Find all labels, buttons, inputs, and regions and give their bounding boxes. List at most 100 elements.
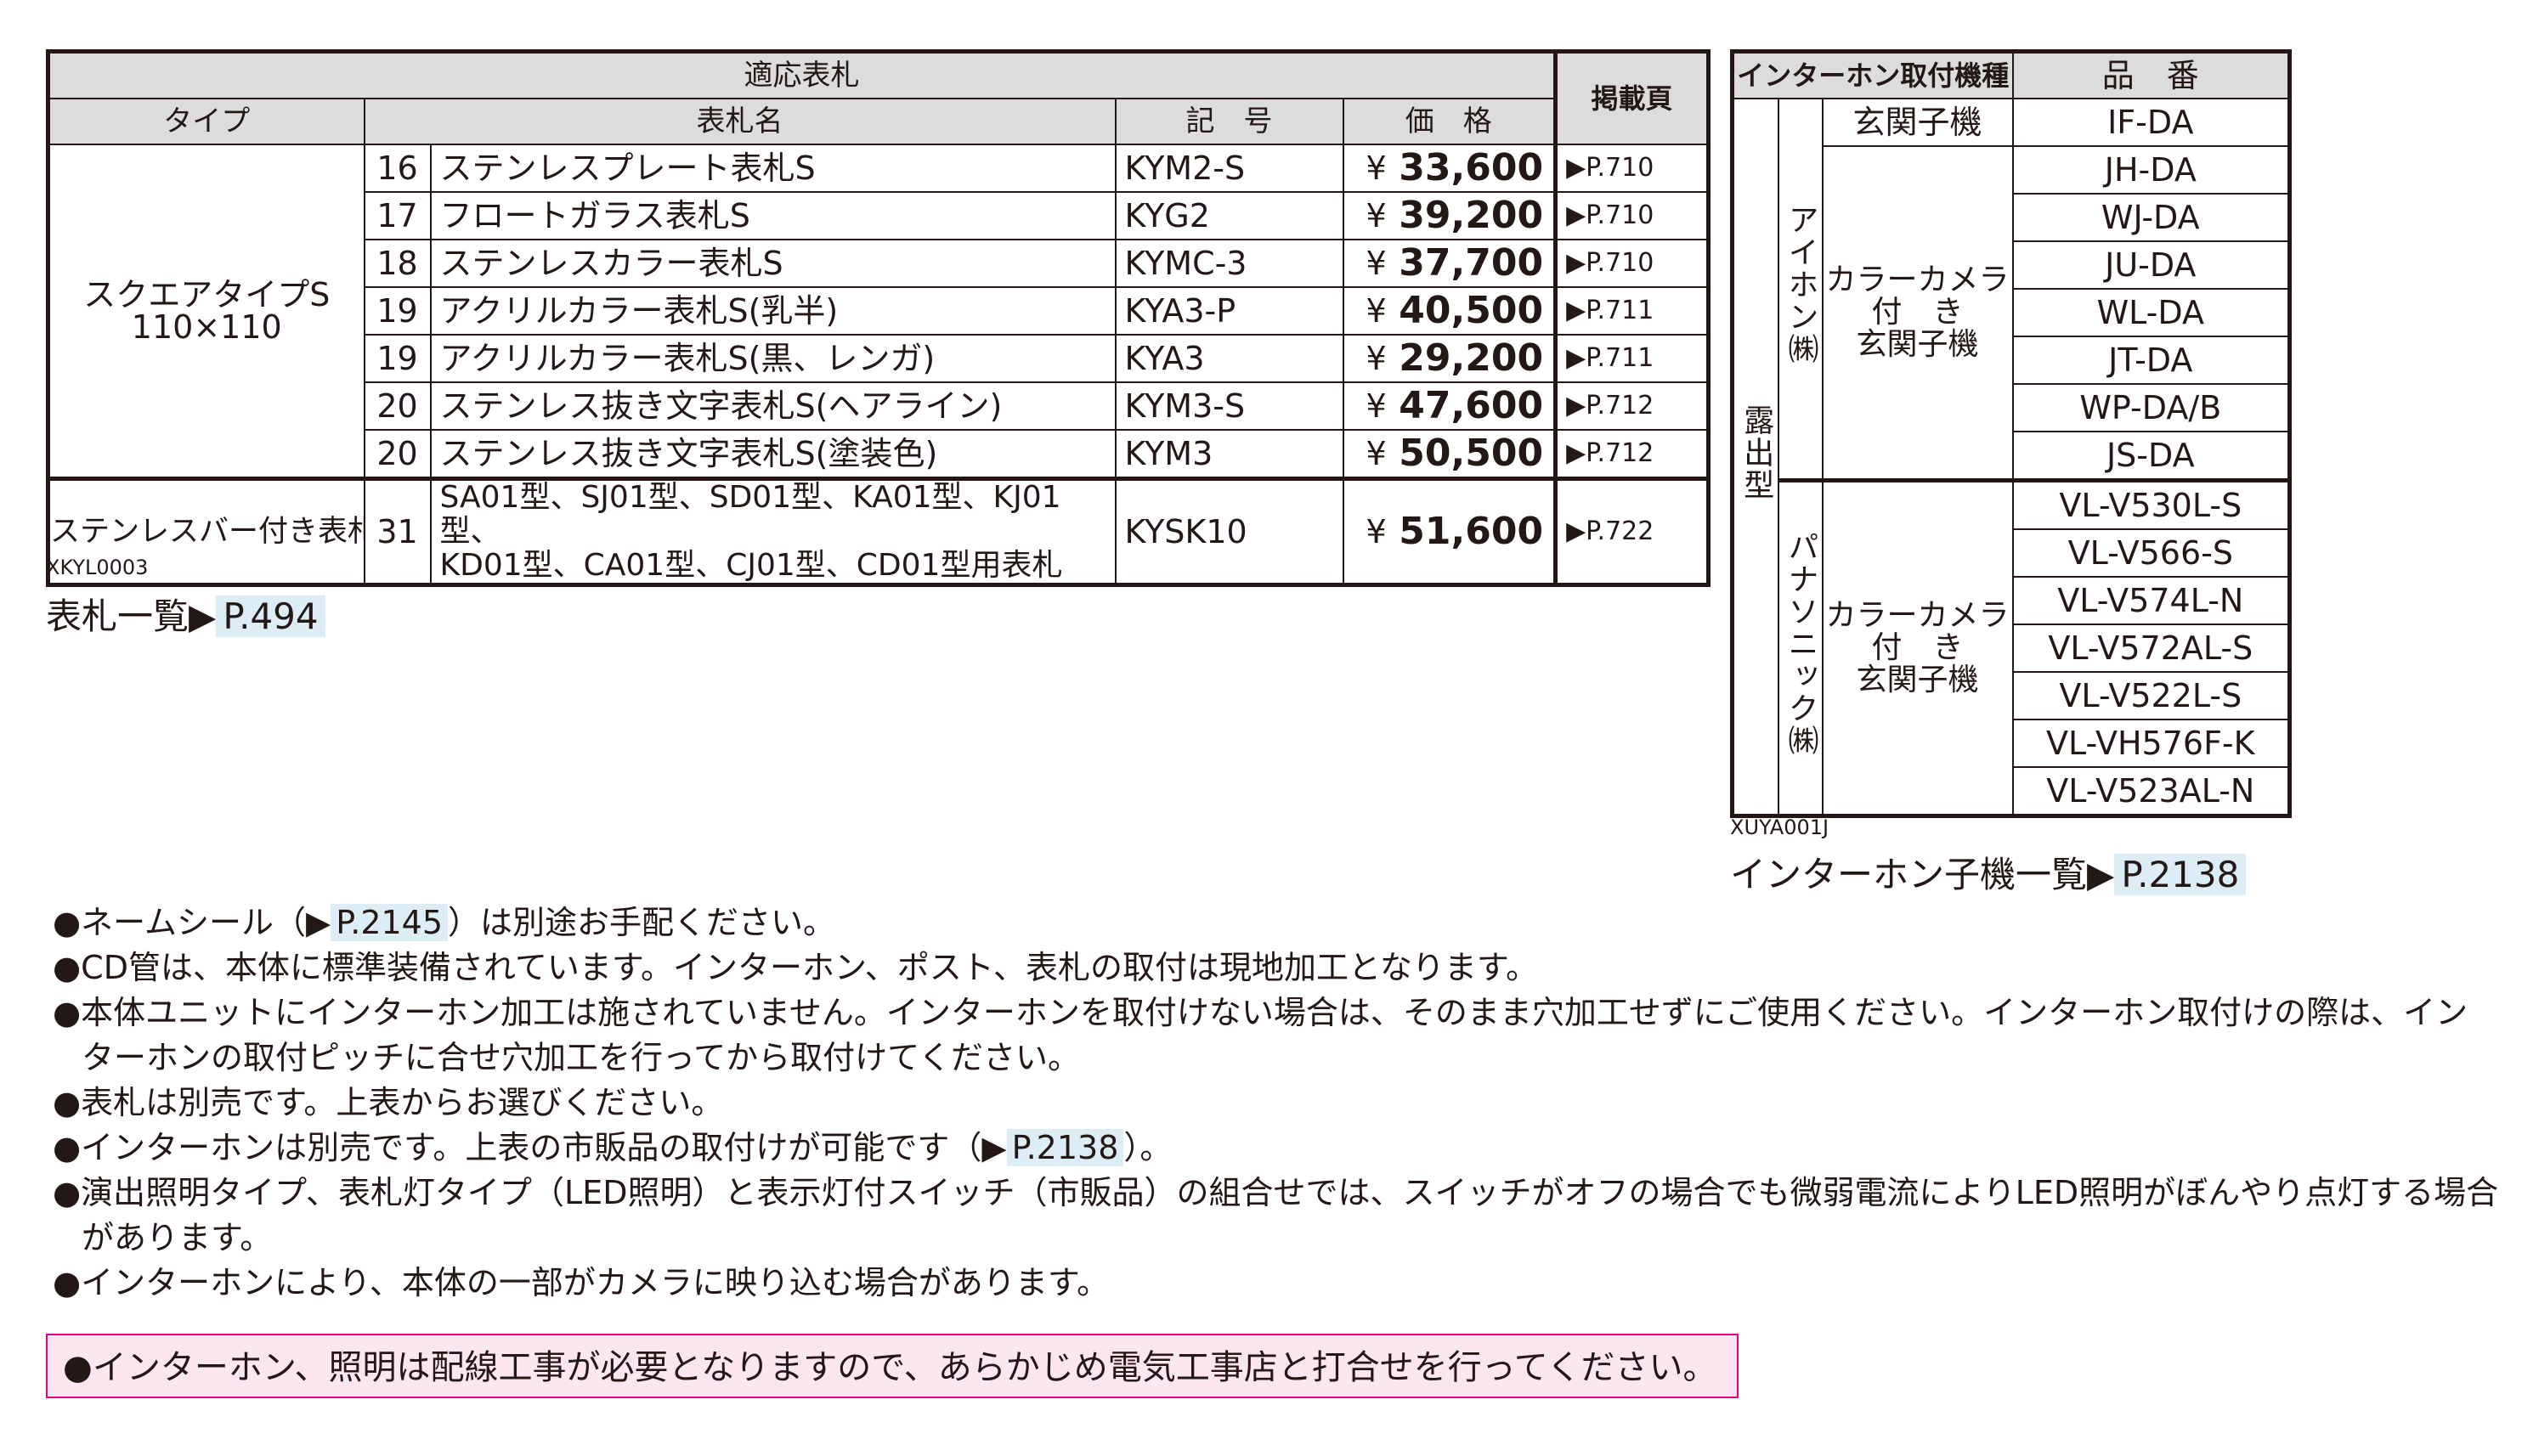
price-value: 47,600 — [1399, 384, 1544, 427]
plate-name-line1: SA01型、SJ01型、SD01型、KA01型、KJ01型、 — [439, 480, 1061, 549]
part-number: WP-DA/B — [2011, 383, 2291, 432]
camera-line3: 玄関子機 — [1856, 327, 1979, 362]
ref-page-link[interactable]: P.494 — [216, 595, 325, 637]
note-text: ●インターホンは別売です。上表の市販品の取付けが可能です（▶ — [53, 1129, 1007, 1166]
table-row: スクエアタイプS 110×110 16 ステンレスプレート表札S KYM2-S … — [47, 144, 1710, 480]
part-number: IF-DA — [2011, 98, 2291, 147]
type-square-size: 110×110 — [131, 308, 282, 346]
page-link[interactable]: ▶P.722 — [1553, 477, 1710, 586]
wiring-warning-box: ●インターホン、照明は配線工事が必要となりますので、あらかじめ電気工事店と打合せ… — [46, 1334, 1739, 1398]
note-page-link[interactable]: P.2138 — [1006, 1129, 1124, 1166]
plate-code: KYM2-S — [1114, 144, 1344, 193]
plate-code: KYA3-P — [1114, 286, 1344, 336]
nameplate-list-ref[interactable]: 表札一覧▶ P.494 — [46, 588, 325, 640]
note-item: ●ネームシール（▶ P.2145 ）は別途お手配ください。 — [53, 900, 2500, 945]
page-link[interactable]: ▶P.712 — [1553, 381, 1710, 431]
mount-type-cell: 露出型 — [1731, 98, 1779, 817]
plate-name: アクリルカラー表札S(乳半) — [429, 286, 1117, 336]
plate-name: ステンレス抜き文字表札S(ヘアライン) — [429, 381, 1117, 431]
intercom-list-ref[interactable]: インターホン子機一覧▶ P.2138 — [1730, 846, 2247, 898]
part-number: WJ-DA — [2011, 193, 2291, 242]
part-number: VL-V530L-S — [2011, 478, 2291, 530]
page-link[interactable]: ▶P.710 — [1553, 239, 1710, 288]
plate-code: KYG2 — [1114, 191, 1344, 240]
part-number: VL-VH576F-K — [2011, 719, 2291, 768]
row-number: 20 — [363, 381, 432, 431]
note-text: ）は別途お手配ください。 — [448, 904, 836, 941]
yen-sign: ¥ — [1366, 435, 1387, 472]
camera-line2: 付 き — [1871, 630, 1964, 665]
maker-panasonic-label: パナソニック㈱ — [1783, 531, 1818, 757]
header-applicable-plates: 適応表札 — [47, 50, 1557, 99]
row-number: 17 — [363, 191, 432, 240]
note-text: ）。 — [1123, 1129, 1173, 1166]
header-type: タイプ — [47, 98, 365, 145]
row-number: 16 — [363, 144, 432, 193]
ref-page-link[interactable]: P.2138 — [2114, 854, 2247, 895]
price-value: 29,200 — [1399, 336, 1544, 380]
plate-name-line2: KD01型、CA01型、CJ01型、CD01型用表札 — [439, 548, 1063, 583]
header-page: 掲載頁 — [1553, 50, 1710, 145]
header-part-number: 品 番 — [2011, 50, 2291, 99]
plate-price: ¥33,600 — [1342, 144, 1557, 193]
page-link[interactable]: ▶P.711 — [1553, 334, 1710, 383]
mount-type-label: 露出型 — [1739, 404, 1774, 501]
type-square-cell: スクエアタイプS 110×110 — [47, 144, 365, 480]
yen-sign: ¥ — [1366, 387, 1387, 425]
row-number: 19 — [363, 286, 432, 336]
part-number: JS-DA — [2011, 431, 2291, 482]
part-number: VL-V566-S — [2011, 528, 2291, 578]
note-item: ●本体ユニットにインターホン加工は施されていません。インターホンを取付けない場合… — [53, 994, 2468, 1076]
yen-sign: ¥ — [1366, 292, 1387, 330]
plate-name: ステンレスカラー表札S — [429, 239, 1117, 288]
page-link[interactable]: ▶P.711 — [1553, 286, 1710, 336]
plate-code: KYM3 — [1114, 429, 1344, 480]
note-item: ●インターホンにより、本体の一部がカメラに映り込む場合があります。 — [53, 1264, 1110, 1301]
camera-line1: カラーカメラ — [1825, 598, 2010, 633]
page-link[interactable]: ▶P.710 — [1553, 191, 1710, 240]
camera-unit-cell: カラーカメラ 付 き 玄関子機 — [1821, 478, 2014, 817]
part-number: WL-DA — [2011, 288, 2291, 337]
nameplate-table: 適応表札 掲載頁 タイプ 表札名 記 号 価 格 スクエアタイプS 110×11… — [46, 49, 1711, 587]
note-page-link[interactable]: P.2145 — [331, 904, 449, 941]
part-number: JU-DA — [2011, 240, 2291, 290]
part-number: VL-V574L-N — [2011, 576, 2291, 625]
notes-list: ●ネームシール（▶ P.2145 ）は別途お手配ください。 ●CD管は、本体に標準装… — [53, 900, 2500, 1306]
part-number: JT-DA — [2011, 336, 2291, 385]
plate-name: ステンレス抜き文字表札S(塗装色) — [429, 429, 1117, 480]
camera-unit-cell: カラーカメラ 付 き 玄関子機 — [1821, 145, 2014, 482]
note-item: ●インターホンは別売です。上表の市販品の取付けが可能です（▶ P.2138）。 — [53, 1126, 2500, 1171]
row-number: 19 — [363, 334, 432, 383]
ref-label: 表札一覧▶ — [46, 595, 217, 637]
type-square-label: スクエアタイプS — [83, 276, 331, 313]
part-number: VL-V572AL-S — [2011, 624, 2291, 673]
header-intercom-models: インターホン取付機種 — [1731, 50, 2014, 99]
price-value: 33,600 — [1399, 146, 1544, 189]
table-row: ステンレスバー付き表札 31 SA01型、SJ01型、SD01型、KA01型、K… — [47, 477, 1710, 586]
price-value: 37,700 — [1399, 241, 1544, 285]
yen-sign: ¥ — [1366, 340, 1387, 377]
maker-aiphone-label: アイホン㈱ — [1783, 204, 1818, 365]
row-number: 31 — [363, 477, 432, 586]
table-row: 露出型 アイホン㈱ 玄関子機 IF-DA — [1731, 98, 2291, 817]
camera-line1: カラーカメラ — [1825, 262, 2010, 297]
price-value: 50,500 — [1399, 432, 1544, 475]
plate-name: フロートガラス表札S — [429, 191, 1117, 240]
nameplate-item-code: XKYL0003 — [46, 556, 149, 579]
plate-price: ¥39,200 — [1342, 191, 1557, 240]
price-value: 39,200 — [1399, 194, 1544, 237]
plate-price: ¥37,700 — [1342, 239, 1557, 288]
maker-aiphone-cell: アイホン㈱ — [1777, 98, 1824, 482]
entrance-unit-label: 玄関子機 — [1821, 98, 2014, 147]
page-link[interactable]: ▶P.710 — [1553, 144, 1710, 193]
page-link[interactable]: ▶P.712 — [1553, 429, 1710, 480]
table-row: パナソニック㈱ カラーカメラ 付 き 玄関子機 VL-V530L-S — [1733, 478, 2291, 817]
note-text: ●ネームシール（▶ — [53, 904, 331, 941]
part-number: JH-DA — [2011, 145, 2291, 195]
header-row-columns: タイプ 表札名 記 号 価 格 — [47, 98, 1709, 145]
yen-sign: ¥ — [1366, 245, 1387, 282]
plate-code: KYMC-3 — [1114, 239, 1344, 288]
note-item: ●CD管は、本体に標準装備されています。インターホン、ポスト、表札の取付は現地加… — [53, 949, 1539, 986]
note-item: ●演出照明タイプ、表札灯タイプ（LED照明）と表示灯付スイッチ（市販品）の組合せ… — [53, 1174, 2499, 1256]
plate-name: アクリルカラー表札S(黒、レンガ) — [429, 334, 1117, 383]
